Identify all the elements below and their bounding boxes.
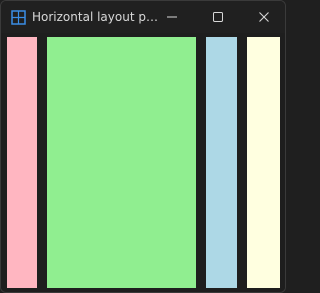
cream-panel	[247, 37, 280, 288]
layout-window-icon	[11, 10, 26, 25]
window-title: Horizontal layout pa...	[32, 10, 164, 24]
app-window: Horizontal layout pa...	[0, 0, 286, 293]
maximize-icon	[212, 11, 224, 23]
green-panel	[47, 37, 196, 288]
pink-panel	[7, 37, 37, 288]
minimize-button[interactable]	[149, 1, 195, 33]
minimize-icon	[166, 11, 178, 23]
close-icon	[258, 11, 270, 23]
maximize-button[interactable]	[195, 1, 241, 33]
title-bar[interactable]: Horizontal layout pa...	[1, 1, 285, 33]
horizontal-layout-client-area	[1, 33, 285, 292]
close-button[interactable]	[241, 1, 285, 33]
blue-panel	[206, 37, 237, 288]
